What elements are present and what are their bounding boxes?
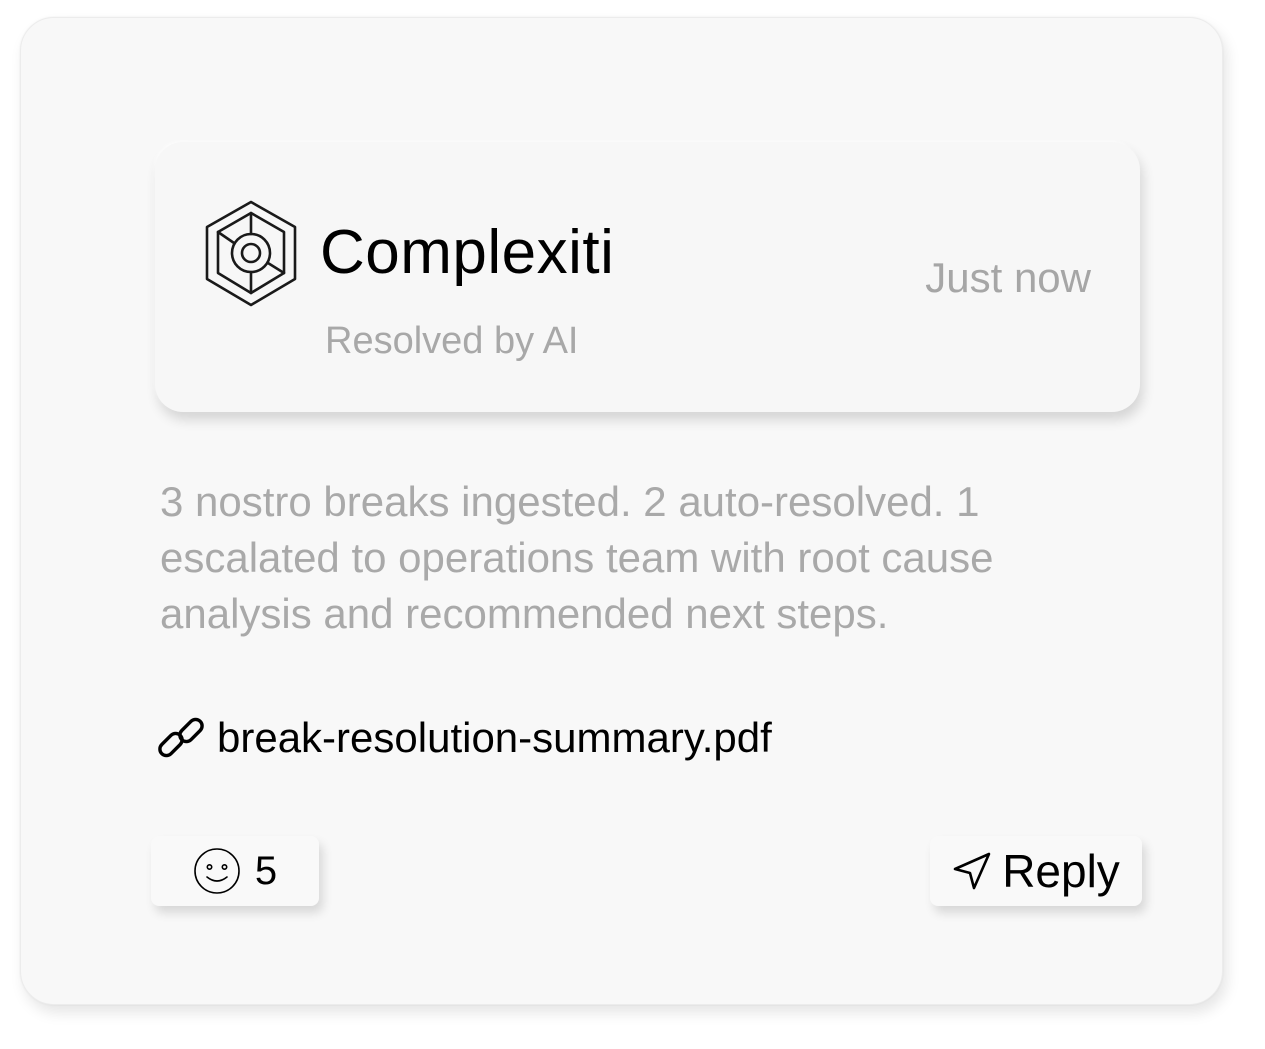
attachment-link[interactable]: break-resolution-summary.pdf: [155, 710, 772, 766]
hexagon-target-logo-icon: [205, 200, 297, 307]
timestamp: Just now: [925, 254, 1091, 301]
reply-button[interactable]: Reply: [930, 836, 1142, 906]
brand-name: Complexiti: [320, 218, 615, 287]
smile-icon: [194, 848, 240, 894]
reaction-button[interactable]: 5: [151, 836, 319, 906]
link-icon: [158, 717, 204, 758]
reply-label: Reply: [1002, 845, 1120, 897]
message-body: 3 nostro breaks ingested. 2 auto-resolve…: [160, 478, 994, 637]
resolved-by-label: Resolved by AI: [325, 320, 579, 362]
reaction-count: 5: [254, 849, 278, 893]
attachment-file-name[interactable]: break-resolution-summary.pdf: [217, 710, 772, 766]
send-icon: [953, 852, 991, 890]
